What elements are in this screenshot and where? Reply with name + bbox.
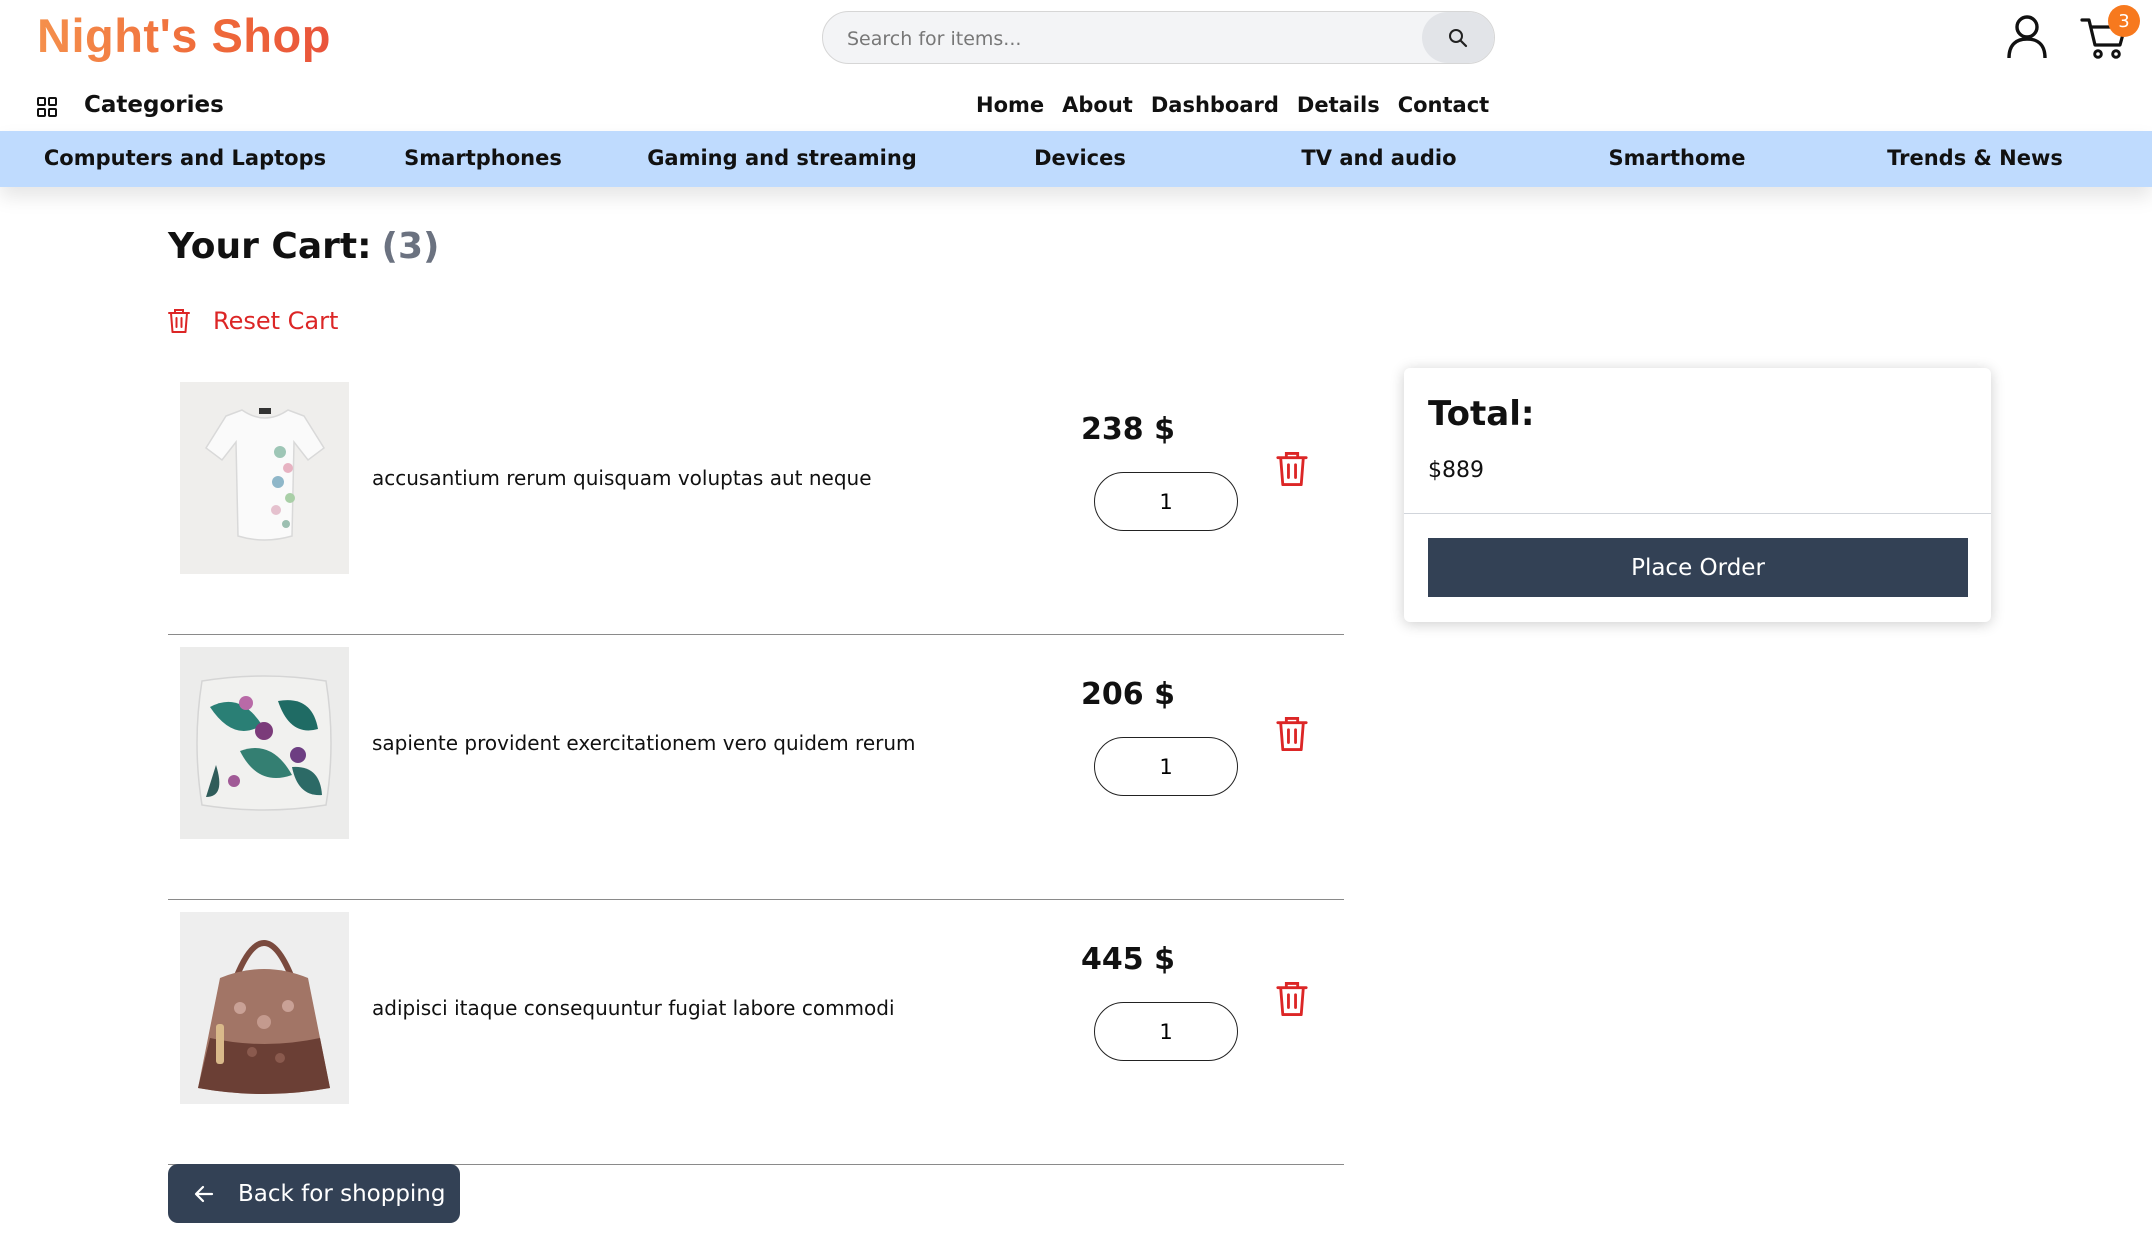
- category-trends[interactable]: Trends & News: [1887, 146, 2063, 170]
- product-name[interactable]: sapiente provident exercitationem vero q…: [372, 731, 916, 755]
- search-button[interactable]: [1422, 12, 1494, 63]
- category-smarthome[interactable]: Smarthome: [1608, 146, 1745, 170]
- cart-count-badge: 3: [2108, 5, 2140, 37]
- category-computers[interactable]: Computers and Laptops: [44, 146, 326, 170]
- place-order-button[interactable]: Place Order: [1428, 538, 1968, 597]
- category-tv-audio[interactable]: TV and audio: [1301, 146, 1456, 170]
- cart-item: sapiente provident exercitationem vero q…: [168, 635, 1344, 900]
- reset-cart-button[interactable]: Reset Cart: [167, 307, 338, 335]
- summary-divider: [1404, 513, 1991, 514]
- product-image[interactable]: [180, 647, 349, 839]
- trash-icon: [168, 309, 190, 333]
- total-value: $889: [1428, 458, 1484, 483]
- total-label: Total:: [1428, 394, 1535, 434]
- product-price: 445 $: [1081, 942, 1175, 977]
- trash-icon[interactable]: [1275, 980, 1309, 1018]
- back-for-shopping-label: Back for shopping: [238, 1180, 446, 1207]
- grid-icon[interactable]: [37, 97, 57, 117]
- arrow-left-icon: [194, 1185, 214, 1202]
- trash-icon[interactable]: [1275, 450, 1309, 488]
- quantity-input[interactable]: [1094, 1002, 1238, 1061]
- cart-item-count: (3): [381, 226, 440, 267]
- trash-icon[interactable]: [1275, 715, 1309, 753]
- category-devices[interactable]: Devices: [1034, 146, 1126, 170]
- search-input[interactable]: [845, 12, 1409, 63]
- top-nav: Home About Dashboard Details Contact: [976, 93, 1489, 117]
- product-price: 206 $: [1081, 677, 1175, 712]
- nav-details[interactable]: Details: [1297, 93, 1380, 117]
- product-name[interactable]: accusantium rerum quisquam voluptas aut …: [372, 466, 872, 490]
- nav-dashboard[interactable]: Dashboard: [1151, 93, 1279, 117]
- product-name[interactable]: adipisci itaque consequuntur fugiat labo…: [372, 996, 895, 1020]
- search-bar: [822, 11, 1495, 64]
- category-gaming[interactable]: Gaming and streaming: [647, 146, 917, 170]
- product-image[interactable]: [180, 382, 349, 574]
- search-icon: [1449, 28, 1468, 47]
- back-for-shopping-button[interactable]: Back for shopping: [168, 1164, 460, 1223]
- reset-cart-label: Reset Cart: [213, 307, 339, 335]
- quantity-input[interactable]: [1094, 737, 1238, 796]
- user-icon[interactable]: [2005, 14, 2049, 60]
- site-logo[interactable]: Night's Shop: [37, 8, 331, 63]
- cart-item: accusantium rerum quisquam voluptas aut …: [168, 370, 1344, 635]
- nav-about[interactable]: About: [1062, 93, 1133, 117]
- category-bar: Computers and Laptops Smartphones Gaming…: [0, 131, 2152, 187]
- cart-title-text: Your Cart:: [168, 226, 372, 267]
- product-image[interactable]: [180, 912, 349, 1104]
- category-smartphones[interactable]: Smartphones: [404, 146, 562, 170]
- cart-item: adipisci itaque consequuntur fugiat labo…: [168, 900, 1344, 1165]
- order-summary: Total: $889 Place Order: [1404, 368, 1991, 622]
- nav-contact[interactable]: Contact: [1398, 93, 1490, 117]
- categories-menu-label[interactable]: Categories: [84, 92, 224, 118]
- quantity-input[interactable]: [1094, 472, 1238, 531]
- nav-home[interactable]: Home: [976, 93, 1044, 117]
- cart-title: Your Cart: (3): [168, 226, 439, 267]
- product-price: 238 $: [1081, 412, 1175, 447]
